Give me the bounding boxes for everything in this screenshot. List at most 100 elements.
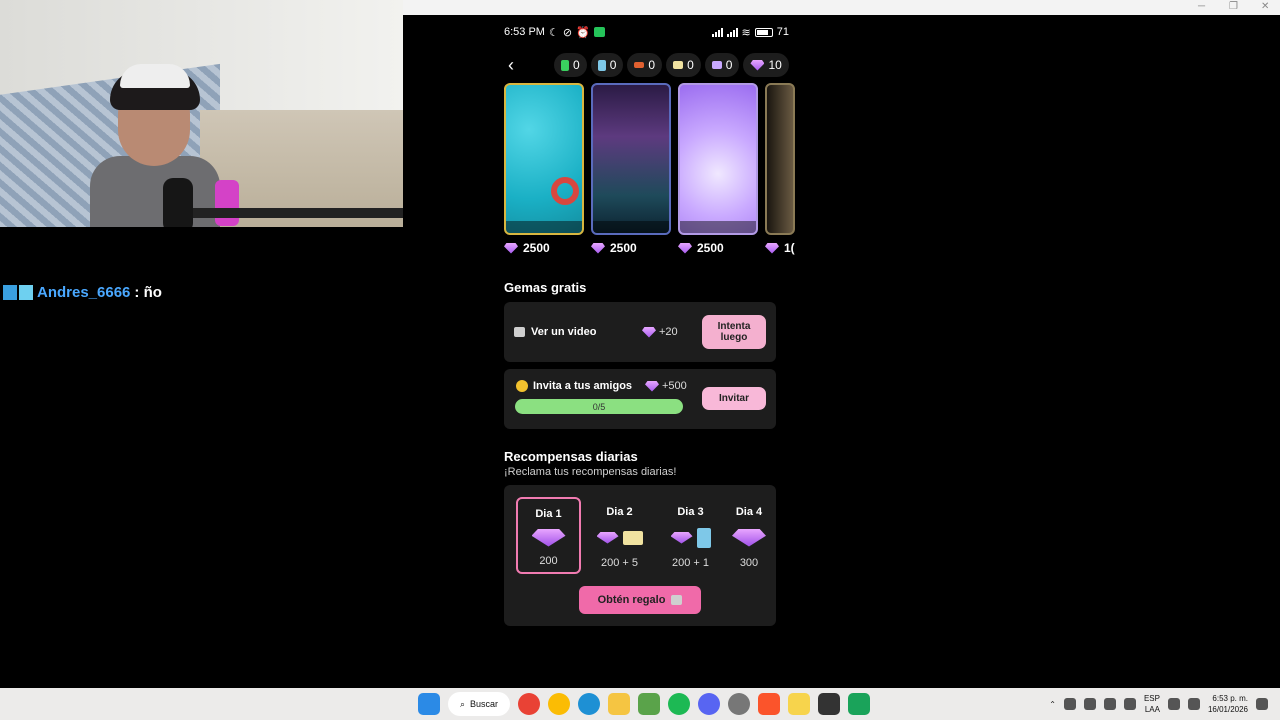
top-bar: ‹ 0 0 0 0 0 10 <box>497 53 797 77</box>
sync-icon[interactable] <box>1083 698 1096 710</box>
video-icon <box>514 327 525 337</box>
smile-icon <box>516 380 528 392</box>
theme-price: 2500 <box>678 241 758 255</box>
theme-prices: 2500 2500 2500 1( <box>504 241 795 255</box>
alarm-icon: ⏰ <box>576 26 590 39</box>
sticky-notes-icon[interactable] <box>788 693 811 715</box>
phone-screen: 6:53 PM ☾ ⊘ ⏰ ≋ 71 ‹ 0 0 0 0 0 10 2500 2… <box>497 15 797 687</box>
theme-carousel[interactable] <box>504 83 795 235</box>
invite-button[interactable]: Invitar <box>702 387 766 410</box>
theme-price: 2500 <box>591 241 671 255</box>
wifi-icon: ≋ <box>741 26 751 39</box>
currency-chip[interactable]: 0 <box>704 53 740 77</box>
mute-icon: ⊘ <box>562 26 573 39</box>
gem-icon <box>645 380 659 392</box>
clock[interactable]: 6:53 p. m. 16/01/2026 <box>1208 693 1248 715</box>
ticket-icon <box>622 530 643 545</box>
day-card[interactable]: Dia 4 300 <box>729 497 769 574</box>
search-icon: ⌕ <box>460 698 466 709</box>
start-icon[interactable] <box>418 693 440 715</box>
notifications-icon[interactable] <box>1256 698 1268 710</box>
tray-app-icon[interactable] <box>1063 698 1076 710</box>
discord-icon[interactable] <box>698 693 721 715</box>
daily-rewards-title: Recompensas diarias <box>504 449 638 464</box>
currency-chip[interactable]: 0 <box>590 53 624 77</box>
microphone-icon <box>163 178 193 227</box>
taskbar: ⌕ Buscar ⌃ ESP LAA 6:53 p. m. 16/01/2026 <box>0 688 1280 720</box>
ticket-icon <box>673 61 684 69</box>
daily-rewards-card: Dia 1 200 Dia 2 200 + 5 Dia 3 200 + 1 Di… <box>504 485 776 626</box>
day-card[interactable]: Dia 3 200 + 1 <box>658 497 723 574</box>
moon-icon: ☾ <box>548 26 559 39</box>
android-app-icon[interactable] <box>848 693 871 715</box>
try-later-button[interactable]: Intenta luego <box>702 315 766 349</box>
watch-video-card: Ver un video +20 Intenta luego <box>504 302 776 362</box>
search-box[interactable]: ⌕ Buscar <box>448 692 511 716</box>
gem-icon <box>504 242 518 254</box>
theme-card-partial[interactable] <box>765 83 795 235</box>
screen: Andres_6666 : ño ─ ❐ ✕ 6:53 PM ☾ ⊘ ⏰ ≋ 7… <box>0 0 1280 720</box>
chrome-icon[interactable] <box>518 693 541 715</box>
theme-card-pool[interactable] <box>504 83 584 235</box>
watch-video-label: Ver un video <box>531 326 597 338</box>
edge-icon[interactable] <box>578 693 601 715</box>
status-time: 6:53 PM <box>504 26 545 38</box>
window-titlebar: ─ ❐ ✕ <box>403 0 1280 15</box>
usb-icon[interactable] <box>1103 698 1116 710</box>
theme-card-city[interactable] <box>591 83 671 235</box>
signal-icon <box>711 27 723 37</box>
glasses-icon <box>634 62 645 68</box>
float-ring-icon <box>551 177 579 205</box>
currency-chip[interactable]: 0 <box>554 53 587 77</box>
mic-tray-icon[interactable] <box>1123 698 1136 710</box>
gem-icon <box>591 242 605 254</box>
status-bar: 6:53 PM ☾ ⊘ ⏰ ≋ 71 <box>504 25 789 39</box>
currency-chip[interactable]: 0 <box>627 53 663 77</box>
volume-icon[interactable] <box>1187 698 1200 710</box>
restore-icon[interactable]: ❐ <box>1229 1 1238 12</box>
free-gems-title: Gemas gratis <box>504 280 587 295</box>
currency-chip[interactable]: 10 <box>743 53 789 77</box>
megaphone-icon <box>711 61 722 69</box>
chat-username: Andres_6666 <box>37 284 131 301</box>
chat-text: : ño <box>134 284 162 301</box>
day-card[interactable]: Dia 2 200 + 5 <box>587 497 652 574</box>
gem-icon <box>678 242 692 254</box>
invite-label: Invita a tus amigos <box>533 380 633 392</box>
language-indicator[interactable]: ESP LAA <box>1144 693 1160 715</box>
currency-row: 0 0 0 0 0 10 <box>554 53 789 77</box>
spotify-icon[interactable] <box>668 693 691 715</box>
gem-pile-icon <box>670 531 693 544</box>
invite-progress-bar: 0/5 <box>515 399 683 414</box>
gem-icon <box>765 242 779 254</box>
minimize-icon[interactable]: ─ <box>1198 1 1205 12</box>
tray-overflow-icon[interactable]: ⌃ <box>1049 700 1056 709</box>
chat-message: Andres_6666 : ño <box>3 284 162 301</box>
brave-icon[interactable] <box>758 693 781 715</box>
whatsapp-icon <box>593 27 605 37</box>
signal2-icon <box>726 27 738 37</box>
claim-gift-button[interactable]: Obtén regalo <box>579 586 701 614</box>
video-icon <box>671 595 683 605</box>
obs-icon[interactable] <box>728 693 751 715</box>
day-card[interactable]: Dia 1 200 <box>516 497 581 574</box>
daily-rewards-subtitle: ¡Reclama tus recompensas diarias! <box>504 466 677 478</box>
chrome-profile-icon[interactable] <box>548 693 571 715</box>
theme-card-hearts[interactable] <box>678 83 758 235</box>
gem-pile-icon <box>531 528 566 547</box>
theme-price: 2500 <box>504 241 584 255</box>
close-icon[interactable]: ✕ <box>1261 1 1269 12</box>
blue-card-icon <box>597 59 606 71</box>
gem-pile-icon <box>732 528 766 547</box>
gem-icon <box>750 59 765 71</box>
network-icon[interactable] <box>1167 698 1180 710</box>
minecraft-icon[interactable] <box>638 693 661 715</box>
currency-chip[interactable]: 0 <box>666 53 701 77</box>
back-arrow-icon[interactable]: ‹ <box>502 55 520 75</box>
battery-level: 71 <box>776 26 789 38</box>
file-explorer-icon[interactable] <box>608 693 631 715</box>
streamer <box>90 64 220 227</box>
terminal-icon[interactable] <box>818 693 841 715</box>
invite-friends-card: Invita a tus amigos +500 0/5 Invitar <box>504 369 776 429</box>
theme-price: 1( <box>765 241 795 255</box>
